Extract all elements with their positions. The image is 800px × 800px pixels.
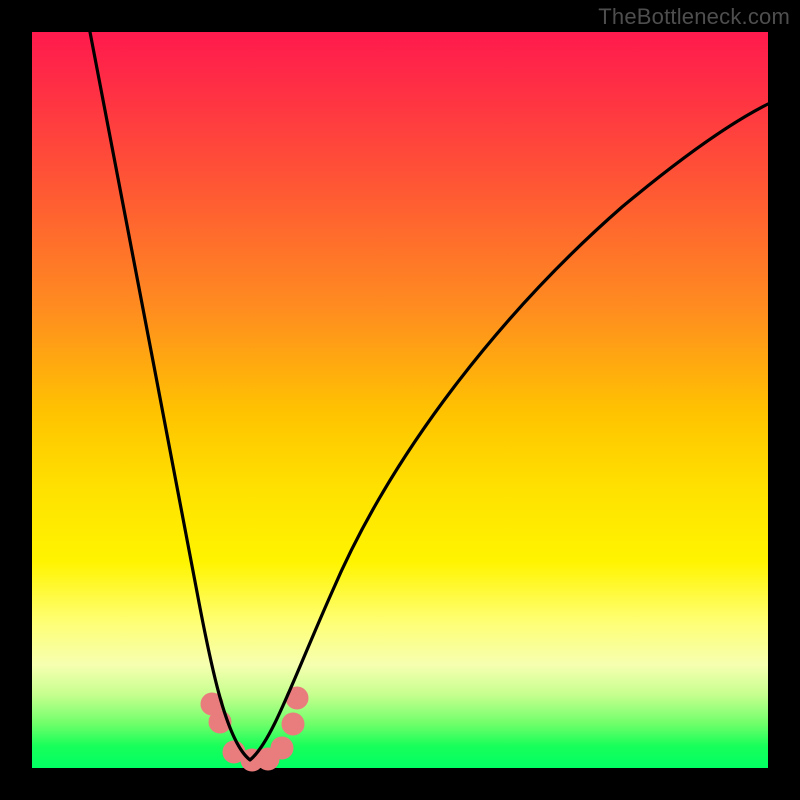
bottleneck-curve xyxy=(90,32,768,760)
data-point-markers xyxy=(201,687,308,771)
outer-frame: TheBottleneck.com xyxy=(0,0,800,800)
chart-svg xyxy=(32,32,768,768)
watermark-text: TheBottleneck.com xyxy=(598,4,790,30)
plot-area xyxy=(32,32,768,768)
